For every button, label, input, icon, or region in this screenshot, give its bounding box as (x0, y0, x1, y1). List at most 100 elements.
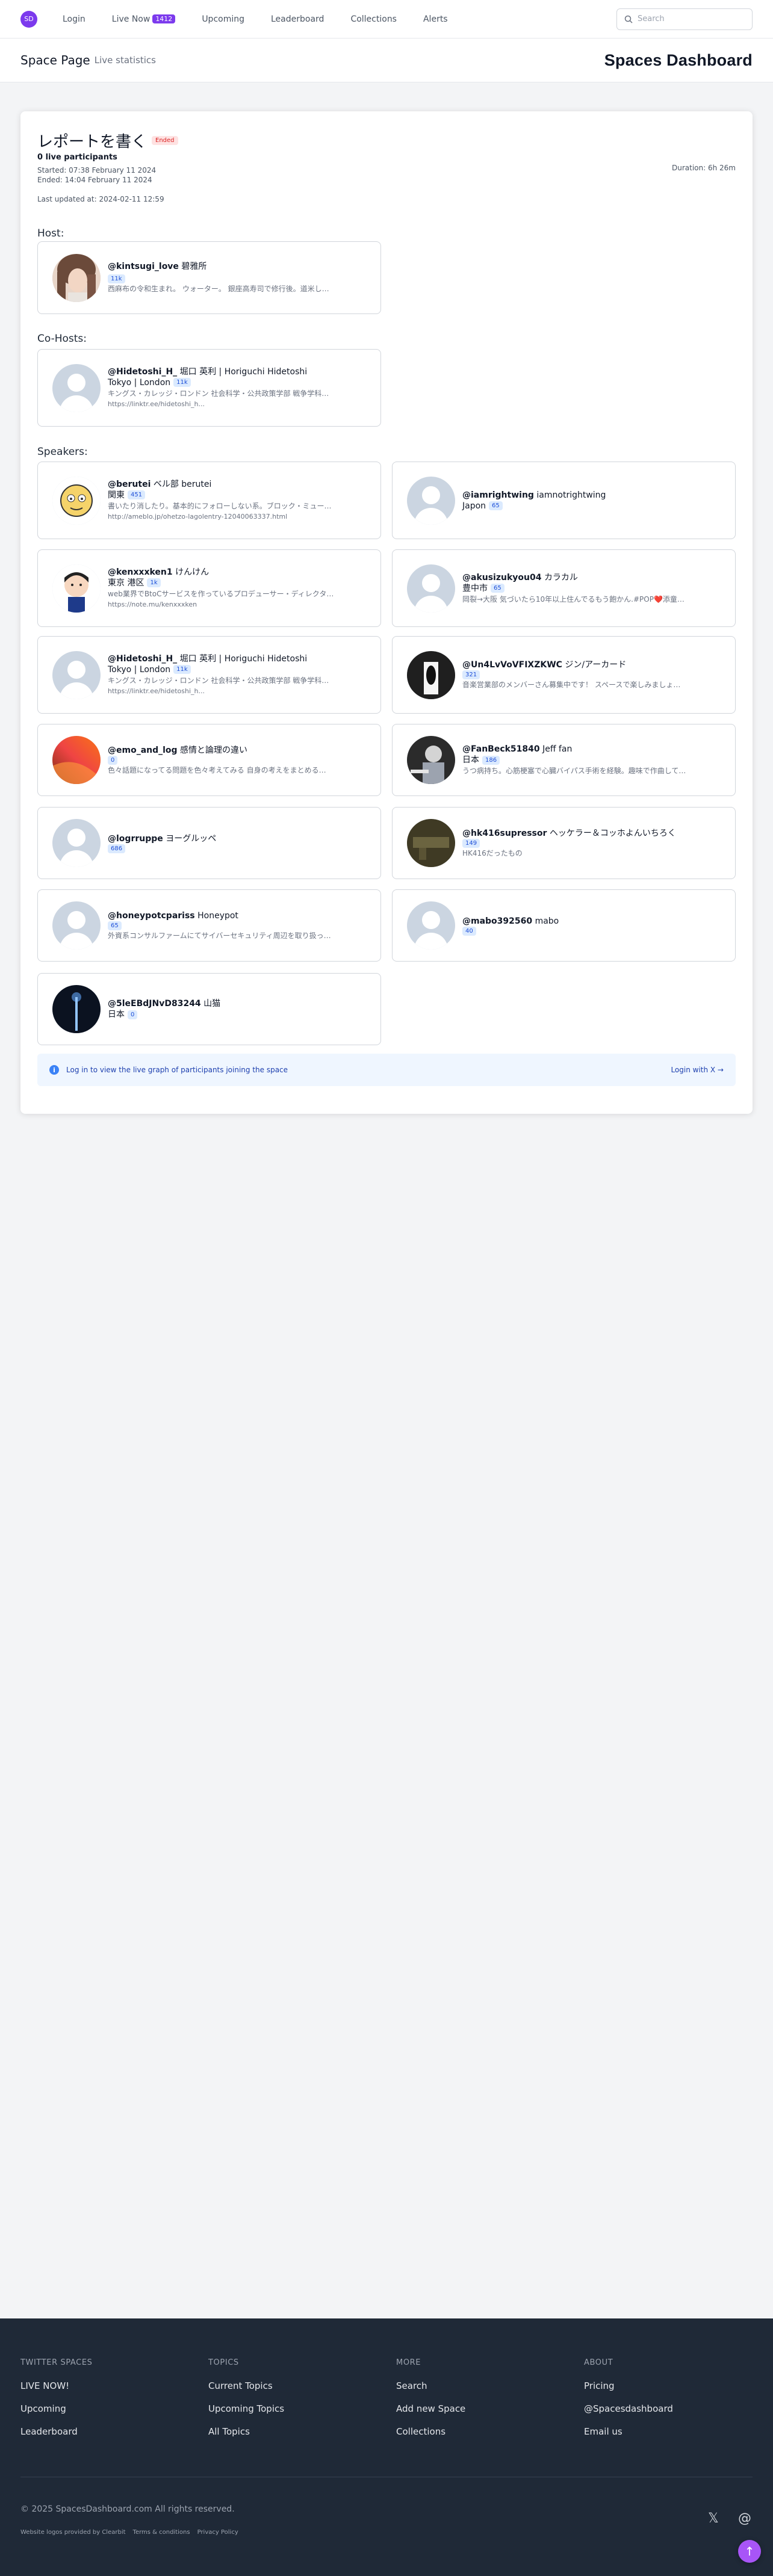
followers-badge: 149 (462, 838, 480, 848)
speaker-handle: @iamrightwing (462, 490, 534, 500)
brand-logo[interactable]: Spaces Dashboard (604, 51, 753, 70)
footer: TWITTER SPACES LIVE NOW! Upcoming Leader… (0, 2318, 773, 2576)
default-avatar-icon (52, 901, 101, 950)
login-info-bar: i Log in to view the live graph of parti… (37, 1054, 736, 1086)
speaker-link[interactable]: https://note.mu/kenxxxken (108, 599, 373, 610)
default-avatar-icon (52, 650, 101, 699)
footer-link-all-topics[interactable]: All Topics (208, 2426, 284, 2437)
speaker-bio: 音楽営業部のメンバーさん募集中です！ スペースで楽しみましょ… (462, 681, 681, 689)
speaker-link[interactable]: http://ameblo.jp/ohetzo-lagolentry-12040… (108, 511, 373, 522)
clearbit-credit[interactable]: Website logos provided by Clearbit (20, 2529, 126, 2536)
footer-link-add-space[interactable]: Add new Space (396, 2403, 465, 2414)
speaker-location: 豊中市 (462, 583, 488, 593)
host-handle: @kintsugi_love (108, 262, 179, 271)
top-navbar: SD Login Live Now 1412 Upcoming Leaderbo… (0, 0, 773, 39)
host-card[interactable]: @kintsugi_love 碧雅所 11k 西麻布の令和生まれ。 ウォーター。… (37, 241, 381, 314)
nav-login[interactable]: Login (63, 14, 85, 24)
speaker-bio: 色々話題になってる問題を色々考えてみる 自身の考えをまとめる… (108, 765, 326, 774)
speaker-location: 関東 (108, 490, 125, 500)
search-placeholder: Search (638, 14, 665, 23)
followers-badge: 0 (128, 1010, 138, 1019)
cohost-card[interactable]: @Hidetoshi_H_ 堀口 英利 | Horiguchi Hidetosh… (37, 349, 381, 427)
nav-leaderboard[interactable]: Leaderboard (271, 14, 324, 24)
footer-link-live-now[interactable]: LIVE NOW! (20, 2380, 93, 2391)
speaker-location: Tokyo | London (108, 664, 171, 675)
nav-collections[interactable]: Collections (350, 14, 397, 24)
nav-live-now-label: Live Now (111, 14, 151, 24)
speaker-handle: @berutei (108, 479, 151, 489)
followers-badge: 65 (108, 921, 122, 930)
footer-small-links: Website logos provided by Clearbit Terms… (20, 2529, 238, 2536)
default-avatar-icon (52, 363, 101, 412)
speaker-handle: @5leEBdJNvD83244 (108, 999, 201, 1008)
footer-link-upcoming[interactable]: Upcoming (20, 2403, 93, 2414)
speaker-name: Honeypot (197, 910, 238, 921)
privacy-link[interactable]: Privacy Policy (197, 2529, 238, 2536)
speaker-handle: @akusizukyou04 (462, 572, 542, 582)
footer-link-twitter-handle[interactable]: @Spacesdashboard (584, 2403, 673, 2414)
speaker-name: Jeff fan (542, 744, 573, 754)
footer-link-email[interactable]: Email us (584, 2426, 673, 2437)
page-title: Space Page (20, 53, 90, 67)
terms-link[interactable]: Terms & conditions (133, 2529, 190, 2536)
speaker-card[interactable]: @Hidetoshi_H_ 堀口 英利 | Horiguchi Hidetosh… (37, 636, 381, 714)
nav-alerts[interactable]: Alerts (423, 14, 448, 24)
speaker-bio: キングス・カレッジ・ロンドン 社会科学・公共政策学部 戦争学科… (108, 676, 329, 685)
speaker-link[interactable]: https://linktr.ee/hidetoshi_h... (108, 686, 373, 697)
nav-live-now[interactable]: Live Now 1412 (112, 14, 176, 24)
speaker-card[interactable]: @akusizukyou04 カラカル 豊中市 65 岡裂→大阪 気づいたら10年以上… (392, 549, 736, 627)
duration: Duration: 6h 26m (672, 164, 736, 172)
footer-heading: MORE (396, 2358, 421, 2367)
speaker-card[interactable]: @5leEBdJNvD83244 山猫 日本 0 (37, 973, 381, 1045)
last-updated: Last updated at: 2024-02-11 12:59 (37, 195, 164, 203)
footer-link-current-topics[interactable]: Current Topics (208, 2380, 284, 2391)
speaker-name: けんけん (175, 567, 210, 577)
search-icon (624, 15, 633, 23)
speaker-card[interactable]: @mabo392560 mabo 40 (392, 889, 736, 962)
footer-link-collections[interactable]: Collections (396, 2426, 465, 2437)
speaker-handle: @Un4LvVoVFIXZKWC (462, 660, 562, 670)
site-logo[interactable]: SD (20, 10, 37, 28)
threads-icon[interactable]: @ (738, 2511, 751, 2526)
nav-upcoming[interactable]: Upcoming (202, 14, 244, 24)
speaker-card[interactable]: @Un4LvVoVFIXZKWC ジン/アーカード 321 音楽営業部のメンバーさん… (392, 636, 736, 714)
speaker-handle: @honeypotcpariss (108, 910, 195, 921)
footer-col-topics: TOPICS Current Topics Upcoming Topics Al… (208, 2358, 284, 2449)
cohosts-label: Co-Hosts: (37, 333, 87, 345)
speaker-name: ベル部 berutei (153, 479, 212, 489)
speaker-name: ヘッケラー＆コッホよんいちろく (549, 828, 676, 838)
search-input[interactable]: Search (616, 8, 753, 30)
ended-time: Ended: 14:04 February 11 2024 (37, 176, 152, 184)
status-badge: Ended (152, 136, 178, 145)
footer-link-leaderboard[interactable]: Leaderboard (20, 2426, 93, 2437)
scroll-to-top-button[interactable]: ↑ (738, 2540, 761, 2563)
cohost-link[interactable]: https://linktr.ee/hidetoshi_h... (108, 399, 373, 410)
live-count-badge: 1412 (152, 14, 176, 23)
followers-badge: 65 (491, 584, 504, 593)
footer-link-pricing[interactable]: Pricing (584, 2380, 673, 2391)
speaker-card[interactable]: @logrruppe ヨーグルッペ 686 (37, 807, 381, 879)
speaker-card[interactable]: @honeypotcpariss Honeypot 65 外資系コンサルファームにて… (37, 889, 381, 962)
speaker-card[interactable]: @kenxxxken1 けんけん 東京 港区 1k web業界でBtoCサービスを作っ… (37, 549, 381, 627)
cohost-bio: キングス・カレッジ・ロンドン 社会科学・公共政策学部 戦争学科… (108, 389, 329, 398)
avatar (407, 819, 455, 867)
host-bio: 西麻布の令和生まれ。 ウォーター。 銀座高寿司で修行後。道米し… (108, 285, 329, 293)
login-with-x-button[interactable]: Login with X → (671, 1066, 724, 1074)
info-icon: i (49, 1065, 59, 1075)
followers-badge: 321 (462, 670, 480, 679)
footer-col-about: ABOUT Pricing @Spacesdashboard Email us (584, 2358, 673, 2449)
speaker-name: 山猫 (203, 999, 221, 1008)
speaker-card[interactable]: @hk416supressor ヘッケラー＆コッホよんいちろく 149 HK416だ… (392, 807, 736, 879)
speaker-card[interactable]: @berutei ベル部 berutei 関東 451 書いたり消したり。基本的にフォ… (37, 462, 381, 539)
speaker-card[interactable]: @FanBeck51840 Jeff fan 日本 186 うつ病持ち。心筋梗塞で心臓… (392, 724, 736, 796)
x-icon[interactable]: 𝕏 (708, 2511, 719, 2526)
speaker-name: iamnotrightwing (536, 490, 606, 500)
footer-link-search[interactable]: Search (396, 2380, 465, 2391)
speaker-location: Japon (462, 501, 486, 511)
speaker-card[interactable]: @emo_and_log 感情と論理の違い 0 色々話題になってる問題を色々考えてみ… (37, 724, 381, 796)
footer-link-upcoming-topics[interactable]: Upcoming Topics (208, 2403, 284, 2414)
host-name: 碧雅所 (181, 262, 207, 271)
speaker-location: 日本 (462, 755, 479, 765)
followers-badge: 65 (489, 501, 503, 510)
speaker-card[interactable]: @iamrightwing iamnotrightwing Japon 65 (392, 462, 736, 539)
